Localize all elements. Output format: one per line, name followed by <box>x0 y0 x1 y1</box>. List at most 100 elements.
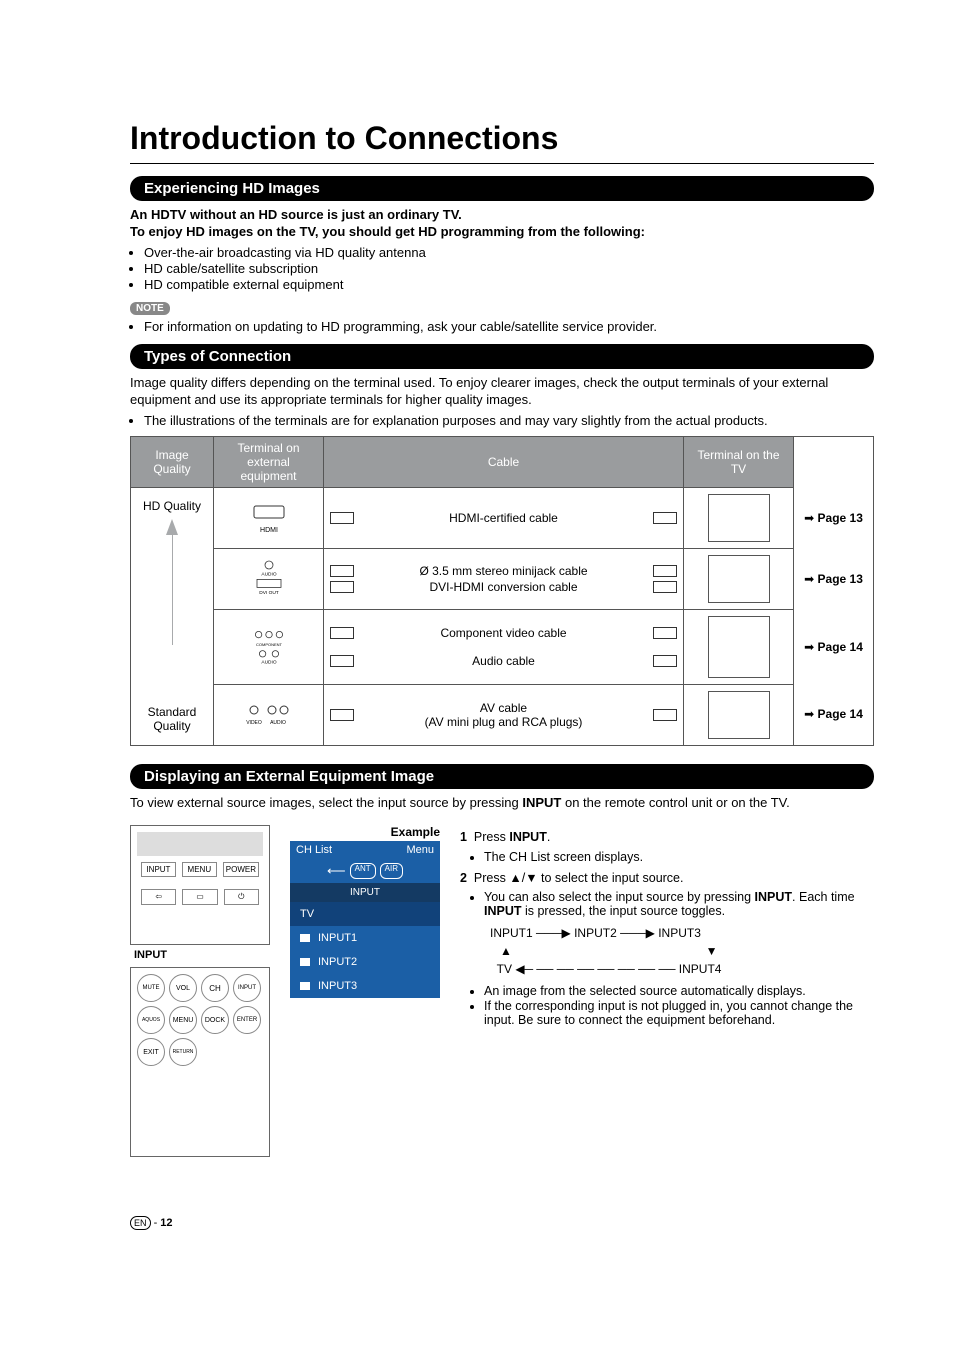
note-badge: NOTE <box>130 302 170 315</box>
step-bullet: You can also select the input source by … <box>484 890 874 918</box>
section-heading-types: Types of Connection <box>130 344 874 369</box>
right-arrow-icon: ➡ <box>804 640 814 654</box>
miniplug-icon <box>653 709 677 721</box>
types-subnote: The illustrations of the terminals are f… <box>144 413 874 428</box>
plug-icon <box>300 982 310 990</box>
page-ref: Page 13 <box>818 511 863 525</box>
menu-item-input2: INPUT2 <box>290 950 440 974</box>
note-text: For information on updating to HD progra… <box>144 319 874 334</box>
display-icon: ▭ <box>182 889 217 905</box>
up-down-arrows-icon: ▲/▼ <box>509 871 537 885</box>
page-ref: Page 14 <box>818 707 863 721</box>
mute-button: MUTE <box>137 974 165 1002</box>
dvi-plug-icon <box>330 581 354 593</box>
section-heading-hd: Experiencing HD Images <box>130 176 874 201</box>
hdmi-plug-icon <box>330 512 354 524</box>
step-bullet: An image from the selected source automa… <box>484 984 874 998</box>
power-icon: ⏻ <box>224 889 259 905</box>
hd-source-list: Over-the-air broadcasting via HD quality… <box>130 245 874 292</box>
menu-title-chlist: CH List <box>296 844 332 856</box>
tv-component-terminal-icon <box>708 616 770 678</box>
composite-port-icon: VIDEO AUDIO <box>244 698 294 728</box>
ch-button: CH <box>201 974 229 1002</box>
dock-button: DOCK <box>201 1006 229 1034</box>
instruction-steps: 1 Press INPUT. The CH List screen displa… <box>460 825 874 1157</box>
list-item: HD cable/satellite subscription <box>144 261 874 276</box>
table-row: VIDEO AUDIO AV cable (AV mini plug and RC… <box>131 684 874 745</box>
hdmi-port-icon: HDMI <box>244 496 294 536</box>
list-item: HD compatible external equipment <box>144 277 874 292</box>
input-button: INPUT <box>233 974 261 1002</box>
hdmi-plug-icon <box>653 512 677 524</box>
exit-button: EXIT <box>137 1038 165 1066</box>
dvi-audio-port-icon: AUDIO DVI OUT <box>244 557 294 597</box>
svg-text:AUDIO: AUDIO <box>261 571 276 577</box>
cable-label: Audio cable <box>360 654 647 668</box>
cable-label: Component video cable <box>360 626 647 640</box>
return-button: RETURN <box>169 1038 197 1066</box>
rca-plug-icon <box>653 627 677 639</box>
onscreen-menu-illustration: CH List Menu ⟵ ANT AIR INPUT TV INPUT1 I… <box>290 841 440 998</box>
image-quality-top: HD Quality <box>137 499 207 513</box>
vol-button: VOL <box>169 974 197 1002</box>
page-title: Introduction to Connections <box>130 120 874 164</box>
minijack-plug-icon <box>653 565 677 577</box>
cable-label: DVI-HDMI conversion cable <box>360 580 647 594</box>
svg-text:COMPONENT: COMPONENT <box>256 642 283 647</box>
remote-control-illustration: INPUT MENU POWER ⇦ ▭ ⏻ <box>130 825 270 945</box>
remote-power-button: POWER <box>223 862 259 877</box>
table-row: HD Quality Standard Quality HDMI HDMI-ce… <box>131 487 874 548</box>
svg-text:AUDIO: AUDIO <box>270 720 286 726</box>
svg-text:VIDEO: VIDEO <box>246 720 262 726</box>
cable-label: AV cable (AV mini plug and RCA plugs) <box>360 701 647 729</box>
menu-item-input1: INPUT1 <box>290 926 440 950</box>
hd-lead-2: To enjoy HD images on the TV, you should… <box>130 224 645 239</box>
svg-text:DVI OUT: DVI OUT <box>259 590 279 596</box>
types-intro: Image quality differs depending on the t… <box>130 375 874 409</box>
cable-label: HDMI-certified cable <box>360 511 647 525</box>
menu-item-tv: TV <box>290 902 440 926</box>
tv-avin-terminal-icon <box>708 691 770 739</box>
rca-plug-icon <box>330 709 354 721</box>
section-heading-display: Displaying an External Equipment Image <box>130 764 874 789</box>
component-port-icon: COMPONENT AUDIO <box>244 625 294 665</box>
page-ref: Page 14 <box>818 640 863 654</box>
tv-hdmi-audio-terminal-icon <box>708 555 770 603</box>
quality-arrow-icon <box>166 519 178 535</box>
step-bullet: If the corresponding input is not plugge… <box>484 999 874 1027</box>
remote-menu-button: MENU <box>182 862 217 877</box>
ant-tag: ANT <box>350 863 376 879</box>
step-bullet: The CH List screen displays. <box>484 850 874 864</box>
th-cable: Cable <box>324 436 684 487</box>
svg-text:HDMI: HDMI <box>260 527 278 534</box>
input-label: INPUT <box>134 949 270 961</box>
list-item: Over-the-air broadcasting via HD quality… <box>144 245 874 260</box>
right-arrow-icon: ➡ <box>804 707 814 721</box>
input-toggle-flow: INPUT1 ───▶ INPUT2 ───▶ INPUT3 ▲ ───────… <box>490 924 874 978</box>
display-intro: To view external source images, select t… <box>130 795 874 812</box>
right-arrow-icon: ➡ <box>804 572 814 586</box>
hd-lead-1: An HDTV without an HD source is just an … <box>130 207 462 222</box>
page-ref: Page 13 <box>818 572 863 586</box>
rca-plug-icon <box>330 655 354 667</box>
rca-plug-icon <box>653 655 677 667</box>
table-row: COMPONENT AUDIO Component video cable Aud… <box>131 609 874 684</box>
rca-plug-icon <box>330 627 354 639</box>
plug-icon <box>300 958 310 966</box>
enter-button: ENTER <box>233 1006 261 1034</box>
svg-text:AUDIO: AUDIO <box>261 659 276 665</box>
source-icon: ⇦ <box>141 889 176 905</box>
lang-badge: EN <box>130 1216 151 1230</box>
tv-side-controls-illustration: MUTE VOL CH INPUT AQUOS MENU DOCK ENTER … <box>130 967 270 1157</box>
menu-title-menu: Menu <box>406 844 434 856</box>
table-row: AUDIODVI OUT Ø 3.5 mm stereo minijack ca… <box>131 548 874 609</box>
hdmi-plug-icon <box>653 581 677 593</box>
remote-input-button: INPUT <box>141 862 176 877</box>
menu-sub-input: INPUT <box>290 883 440 902</box>
page-number: 12 <box>160 1217 172 1229</box>
air-tag: AIR <box>380 863 403 879</box>
menu-button: MENU <box>169 1006 197 1034</box>
step-number: 2 <box>460 871 467 885</box>
th-image-quality: Image Quality <box>131 436 214 487</box>
example-label: Example <box>290 825 440 839</box>
